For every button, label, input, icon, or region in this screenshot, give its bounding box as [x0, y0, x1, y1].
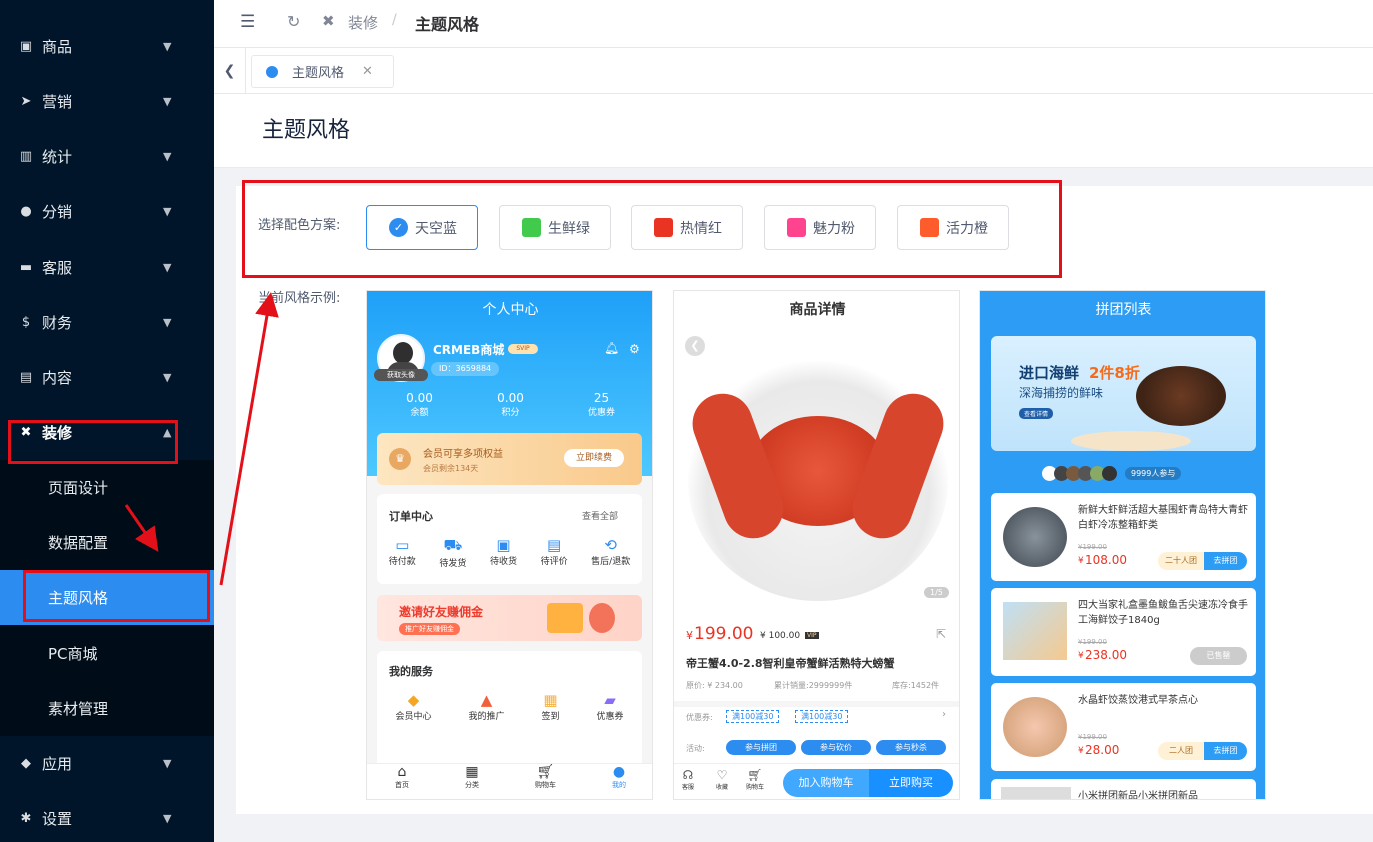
- arrow-down: [124, 504, 159, 552]
- arrow-up: [219, 292, 279, 586]
- annotation-arrows: [124, 292, 279, 586]
